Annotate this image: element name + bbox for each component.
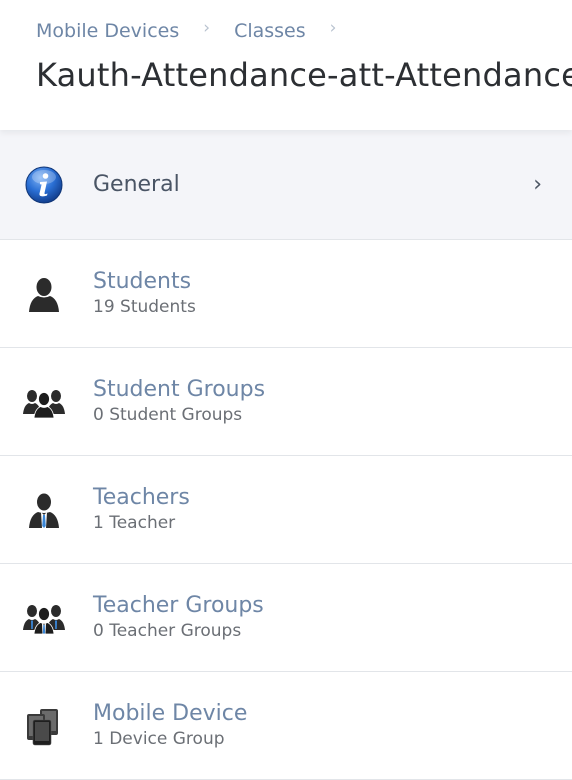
mobile-device-title: Mobile Device: [93, 701, 248, 726]
page-header: Mobile Devices › Classes › Kauth-Attenda…: [0, 0, 572, 130]
class-sections-list: General › Students 19 Students Student G…: [0, 130, 572, 780]
teacher-groups-count: 0 Teacher Groups: [93, 621, 242, 641]
students-row[interactable]: Students 19 Students: [0, 240, 572, 348]
student-groups-count: 0 Student Groups: [93, 405, 243, 425]
teachers-row[interactable]: Teachers 1 Teacher: [0, 456, 572, 564]
student-groups-row[interactable]: Student Groups 0 Student Groups: [0, 348, 572, 456]
chevron-right-icon: ›: [533, 172, 542, 197]
general-text: General: [93, 172, 180, 198]
breadcrumb: Mobile Devices › Classes ›: [36, 18, 360, 42]
teachers-count: 1 Teacher: [93, 513, 176, 533]
teachers-text: Teachers 1 Teacher: [93, 485, 190, 534]
general-title: General: [93, 171, 180, 197]
students-count: 19 Students: [93, 297, 196, 317]
breadcrumb-separator: ›: [203, 18, 211, 38]
teacher-groups-icon: [22, 596, 66, 640]
teacher-groups-row[interactable]: Teacher Groups 0 Teacher Groups: [0, 564, 572, 672]
student-groups-text: Student Groups 0 Student Groups: [93, 377, 265, 426]
student-groups-icon: [22, 380, 66, 424]
breadcrumb-classes[interactable]: Classes: [234, 20, 306, 42]
mobile-device-text: Mobile Device 1 Device Group: [93, 701, 247, 750]
mobile-device-row[interactable]: Mobile Device 1 Device Group: [0, 672, 572, 780]
mobile-devices-icon: [22, 704, 66, 748]
mobile-device-count: 1 Device Group: [93, 729, 225, 749]
breadcrumb-separator: ›: [329, 18, 337, 38]
student-groups-title: Student Groups: [93, 377, 266, 402]
teachers-title: Teachers: [93, 485, 190, 510]
students-text: Students 19 Students: [93, 269, 196, 318]
student-icon: [22, 272, 66, 316]
students-title: Students: [93, 269, 192, 294]
general-row[interactable]: General ›: [0, 130, 572, 240]
teacher-groups-title: Teacher Groups: [93, 593, 264, 618]
info-icon: [22, 163, 66, 207]
teacher-groups-text: Teacher Groups 0 Teacher Groups: [93, 593, 264, 642]
breadcrumb-mobile-devices[interactable]: Mobile Devices: [36, 20, 179, 42]
teacher-icon: [22, 488, 66, 532]
page-title: Kauth-Attendance-att-Attendance: [36, 56, 572, 94]
